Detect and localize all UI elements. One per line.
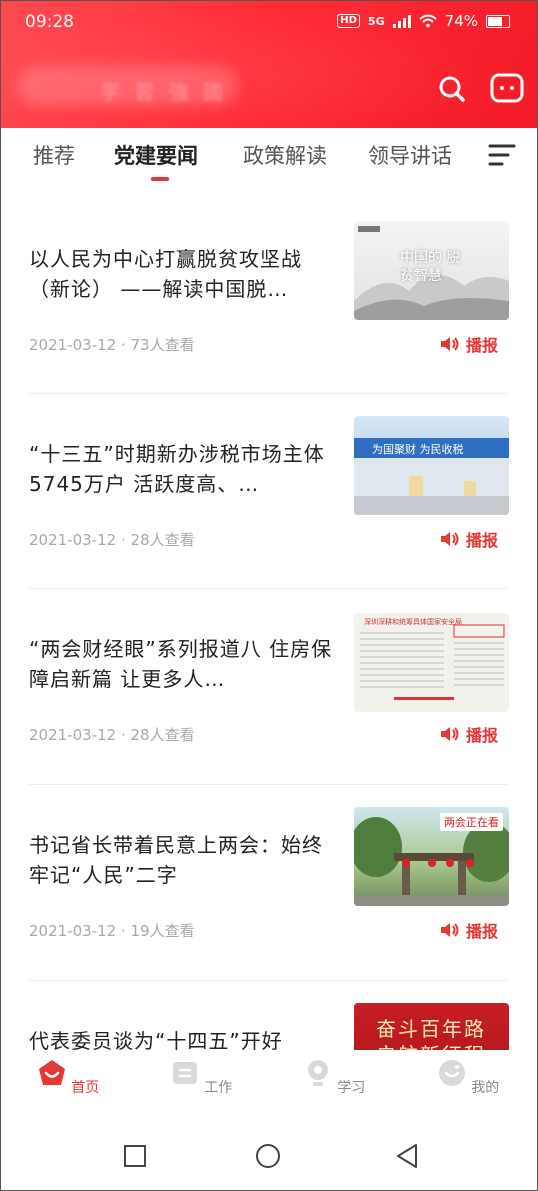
- app-header: 09:28 HD 5G 74% 学 習 強 國: [0, 0, 538, 128]
- broadcast-button[interactable]: 播报: [440, 527, 498, 551]
- article-title[interactable]: 代表委员谈为“十四五”开好: [29, 1026, 341, 1050]
- broadcast-label: 播报: [465, 531, 498, 550]
- nav-home-label: 首页: [71, 1080, 100, 1096]
- article-thumbnail[interactable]: 中国的 脱贫智慧: [354, 221, 509, 320]
- profile-icon: [438, 1060, 465, 1086]
- battery-icon: [486, 14, 510, 28]
- speaker-icon: [440, 337, 459, 351]
- article-title[interactable]: 以人民为中心打赢脱贫攻坚战（新论） ——解读中国脱…: [29, 244, 341, 304]
- status-time: 09:28: [25, 12, 74, 32]
- active-tab-indicator: [151, 177, 169, 181]
- back-icon[interactable]: [392, 1141, 422, 1171]
- divider: [29, 980, 508, 981]
- article-title[interactable]: “十三五”时期新办涉税市场主体5745万户 活跃度高、…: [29, 439, 341, 499]
- brand-logo: 学 習 強 國: [100, 80, 228, 104]
- thumbnail-caption: 奋斗百年路 启航新征程: [376, 1017, 486, 1050]
- broadcast-button[interactable]: 播报: [440, 918, 498, 942]
- broadcast-label: 播报: [465, 336, 498, 355]
- article-item[interactable]: “两会财经眼”系列报道八 住房保障启新篇 让更多人… 2021-03-12 · …: [0, 590, 538, 785]
- thumbnail-caption: 深圳深耕和统筹具体国家安全局: [364, 618, 462, 626]
- nav-work[interactable]: 工作: [161, 1058, 241, 1097]
- signal-icon: [392, 14, 411, 28]
- tab-recommend[interactable]: 推荐: [33, 140, 75, 170]
- divider: [29, 393, 508, 394]
- article-title[interactable]: 书记省长带着民意上两会：始终牢记“人民”二字: [29, 830, 341, 890]
- thumbnail-badge: 两会正在看: [440, 813, 503, 831]
- newspaper-page: [360, 624, 505, 700]
- broadcast-label: 播报: [465, 922, 498, 941]
- article-thumbnail[interactable]: 深圳深耕和统筹具体国家安全局: [354, 613, 509, 712]
- status-bar: 09:28 HD 5G 74%: [0, 0, 538, 44]
- category-tabs: 推荐 党建要闻 政策解读 领导讲话: [0, 128, 538, 192]
- nav-study-label: 学习: [337, 1080, 366, 1096]
- bottom-navigation: 首页 工作 学习 我的: [0, 1050, 538, 1122]
- article-item[interactable]: 以人民为中心打赢脱贫攻坚战（新论） ——解读中国脱… 2021-03-12 · …: [0, 200, 538, 395]
- speaker-icon: [440, 923, 459, 937]
- broadcast-label: 播报: [465, 726, 498, 745]
- thumbnail-caption: 为国聚财 为民收税: [372, 443, 464, 456]
- article-meta: 2021-03-12 · 73人查看: [29, 336, 195, 354]
- study-icon: [307, 1060, 328, 1086]
- speaker-icon: [440, 532, 459, 546]
- article-thumbnail[interactable]: 奋斗百年路 启航新征程: [354, 1003, 509, 1050]
- divider: [29, 784, 508, 785]
- work-icon: [172, 1062, 197, 1084]
- thumbnail-caption: 中国的 脱贫智慧: [400, 250, 461, 284]
- article-meta: 2021-03-12 · 19人查看: [29, 922, 195, 940]
- battery-percent: 74%: [444, 12, 478, 30]
- home-icon: [38, 1060, 65, 1085]
- article-meta: 2021-03-12 · 28人查看: [29, 726, 195, 744]
- recent-apps-icon[interactable]: [120, 1141, 150, 1171]
- tab-policy[interactable]: 政策解读: [243, 140, 327, 170]
- divider: [29, 588, 508, 589]
- speaker-icon: [440, 727, 459, 741]
- system-navigation-bar: [0, 1125, 538, 1191]
- article-title[interactable]: “两会财经眼”系列报道八 住房保障启新篇 让更多人…: [29, 634, 341, 694]
- article-thumbnail[interactable]: 两会正在看: [354, 807, 509, 906]
- brand-logo-blur: [18, 66, 238, 106]
- tab-leader-speech[interactable]: 领导讲话: [368, 140, 452, 170]
- wifi-icon: [418, 14, 437, 28]
- menu-icon[interactable]: [488, 142, 516, 168]
- network-label: 5G: [367, 14, 385, 28]
- nav-study[interactable]: 学习: [294, 1058, 374, 1097]
- broadcast-button[interactable]: 播报: [440, 332, 498, 356]
- article-item[interactable]: 书记省长带着民意上两会：始终牢记“人民”二字 2021-03-12 · 19人查…: [0, 786, 538, 981]
- nav-home[interactable]: 首页: [28, 1058, 108, 1097]
- article-meta: 2021-03-12 · 28人查看: [29, 531, 195, 549]
- tax-hall-photo: [354, 438, 509, 515]
- nav-work-label: 工作: [204, 1080, 233, 1096]
- home-button-icon[interactable]: [253, 1141, 283, 1171]
- status-indicators: HD 5G 74%: [337, 12, 510, 30]
- tab-party-news[interactable]: 党建要闻: [114, 140, 198, 170]
- nav-mine-label: 我的: [471, 1080, 500, 1096]
- message-icon[interactable]: [490, 72, 524, 106]
- nav-mine[interactable]: 我的: [428, 1058, 508, 1097]
- article-item[interactable]: 代表委员谈为“十四五”开好 奋斗百年路 启航新征程: [0, 982, 538, 1050]
- hd-badge: HD: [337, 14, 360, 28]
- search-icon[interactable]: [436, 72, 470, 106]
- article-item[interactable]: “十三五”时期新办涉税市场主体5745万户 活跃度高、… 2021-03-12 …: [0, 395, 538, 590]
- broadcast-button[interactable]: 播报: [440, 722, 498, 746]
- article-thumbnail[interactable]: 为国聚财 为民收税: [354, 416, 509, 515]
